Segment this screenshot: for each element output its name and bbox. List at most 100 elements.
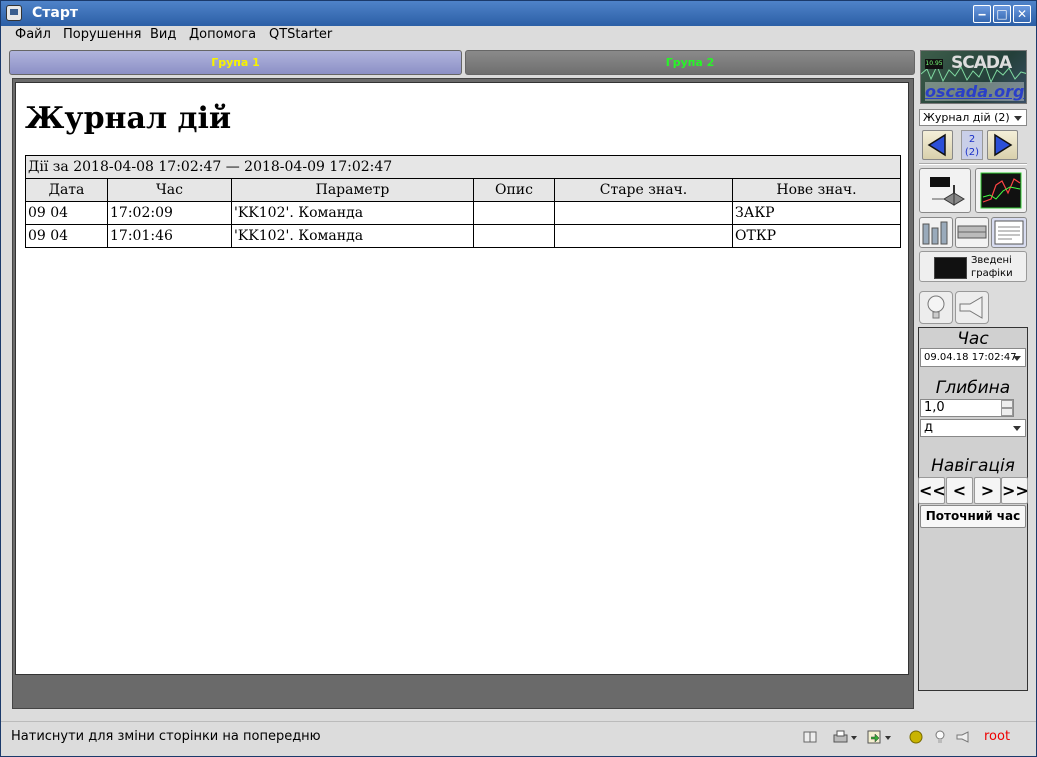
depth-unit-select[interactable]: д: [920, 419, 1026, 437]
cell-desc: [473, 224, 555, 248]
horn-icon: [959, 296, 983, 319]
cell-param: 'KK102'. Команда: [231, 224, 474, 248]
nav-back-fast-button[interactable]: <<: [918, 477, 946, 504]
minimize-button[interactable]: ‒: [973, 5, 991, 23]
oscada-logo[interactable]: 10.95 SCADA oscada.org: [920, 50, 1027, 104]
chevron-down-icon: [1014, 116, 1022, 121]
depth-unit-value: д: [924, 420, 933, 435]
trend-chart-icon: [980, 172, 1022, 209]
export-icon[interactable]: [867, 730, 895, 744]
bars-view-button[interactable]: [919, 217, 953, 248]
alarm-light-button[interactable]: [919, 291, 953, 324]
table-caption-row: Дії за 2018-04-08 17:02:47 — 2018-04-09 …: [25, 155, 901, 179]
menu-qtstarter[interactable]: QTStarter: [269, 27, 332, 42]
summary-graphs-button[interactable]: Зведені графіки: [919, 251, 1027, 282]
table-row: 09 04 17:01:46 'KK102'. Команда ОТКР: [25, 224, 901, 248]
page-select-value: Журнал дій (2): [923, 111, 1010, 124]
cell-param: 'KK102'. Команда: [231, 201, 474, 225]
mini-display-icon: 10.95: [925, 59, 943, 69]
menu-file[interactable]: Файл: [15, 27, 51, 42]
cell-date: 09 04: [25, 201, 108, 225]
page-total: (2): [964, 147, 980, 158]
logo-text: SCADA: [951, 53, 1012, 73]
table-header-row: Дата Час Параметр Опис Старе знач. Нове …: [25, 178, 901, 202]
depth-title: Глибина: [935, 378, 1011, 398]
panel-icon: [957, 225, 987, 239]
document-page: Журнал дій Дії за 2018-04-08 17:02:47 — …: [15, 82, 909, 675]
cell-new: ОТКР: [732, 224, 901, 248]
time-title: Час: [957, 329, 989, 349]
nav-back-button[interactable]: <: [946, 477, 973, 504]
column-header: Параметр: [231, 178, 474, 202]
light-bulb-icon: [927, 295, 945, 319]
actions-table: Дії за 2018-04-08 17:02:47 — 2018-04-09 …: [25, 155, 901, 248]
tab-group-1[interactable]: Група 1: [9, 50, 462, 75]
statusbar: Натиснути для зміни сторінки на попередн…: [1, 721, 1036, 753]
chevron-down-icon: [1013, 356, 1021, 361]
cell-date: 09 04: [25, 224, 108, 248]
page-number: 2: [968, 134, 976, 145]
time-input[interactable]: 09.04.18 17:02:47: [920, 348, 1026, 367]
tab-group-2[interactable]: Група 2: [465, 50, 915, 75]
main-window: Старт ‒ □ ✕ Файл Порушення Вид Допомога …: [0, 0, 1037, 757]
window-title: Старт: [32, 5, 78, 21]
valve-icon: [930, 177, 965, 206]
column-header: Старе знач.: [554, 178, 733, 202]
print-icon[interactable]: [833, 730, 861, 744]
page-select[interactable]: Журнал дій (2): [919, 109, 1027, 126]
maximize-button[interactable]: □: [993, 5, 1011, 23]
time-value: 09.04.18 17:02:47: [924, 352, 1017, 363]
navigation-title: Навігація: [931, 456, 1015, 476]
cell-new: ЗАКР: [732, 201, 901, 225]
menubar: Файл Порушення Вид Допомога QTStarter: [1, 26, 1036, 45]
titlebar: Старт ‒ □ ✕: [1, 1, 1036, 26]
user-name[interactable]: root: [984, 729, 1010, 744]
page-indicator: 2 (2): [961, 130, 983, 160]
nav-forward-button[interactable]: >: [974, 477, 1001, 504]
menu-view[interactable]: Вид: [150, 27, 176, 42]
cell-desc: [473, 201, 555, 225]
next-page-button[interactable]: [987, 130, 1018, 160]
document-view-button[interactable]: [991, 217, 1027, 248]
alarm-indicator-icon[interactable]: [909, 730, 923, 744]
status-message: Натиснути для зміни сторінки на попередн…: [11, 729, 321, 744]
current-time-button[interactable]: Поточний час: [920, 505, 1026, 528]
table-caption: Дії за 2018-04-08 17:02:47 — 2018-04-09 …: [25, 155, 901, 179]
document-icon: [994, 220, 1024, 245]
stepper-down-icon[interactable]: [1001, 408, 1013, 416]
depth-value: 1,0: [924, 400, 945, 415]
menu-help[interactable]: Допомога: [189, 27, 256, 42]
table-row: 09 04 17:02:09 'KK102'. Команда ЗАКР: [25, 201, 901, 225]
alarm-sound-button[interactable]: [955, 291, 989, 324]
bars-icon: [922, 221, 948, 245]
mnemonic-view-button[interactable]: [919, 168, 971, 213]
panel-view-button[interactable]: [955, 217, 989, 248]
arrow-left-icon: [927, 133, 946, 157]
summary-graphs-label: Зведені графіки: [971, 254, 1013, 280]
cell-old: [554, 201, 733, 225]
app-icon[interactable]: [6, 5, 22, 21]
column-header: Опис: [473, 178, 555, 202]
prev-page-button[interactable]: [922, 130, 953, 160]
trend-view-button[interactable]: [975, 168, 1027, 213]
menu-violations[interactable]: Порушення: [63, 27, 141, 42]
stepper-up-icon[interactable]: [1001, 400, 1013, 408]
book-icon[interactable]: [803, 730, 817, 744]
nav-forward-fast-button[interactable]: >>: [1001, 477, 1029, 504]
horn-icon[interactable]: [956, 730, 970, 744]
graph-thumbnail-icon: [934, 257, 967, 279]
cell-time: 17:02:09: [107, 201, 232, 225]
separator: [919, 163, 1027, 165]
light-bulb-icon[interactable]: [934, 730, 946, 744]
column-header: Дата: [25, 178, 108, 202]
logo-site: oscada.org: [925, 82, 1025, 101]
column-header: Нове знач.: [732, 178, 901, 202]
arrow-right-icon: [994, 133, 1013, 157]
column-header: Час: [107, 178, 232, 202]
close-button[interactable]: ✕: [1013, 5, 1031, 23]
document-heading: Журнал дій: [25, 101, 232, 136]
depth-stepper[interactable]: [1001, 400, 1013, 416]
depth-input[interactable]: 1,0: [920, 399, 1014, 417]
chevron-down-icon: [1013, 426, 1021, 431]
graphs-label-line1: Зведені: [971, 255, 1012, 266]
